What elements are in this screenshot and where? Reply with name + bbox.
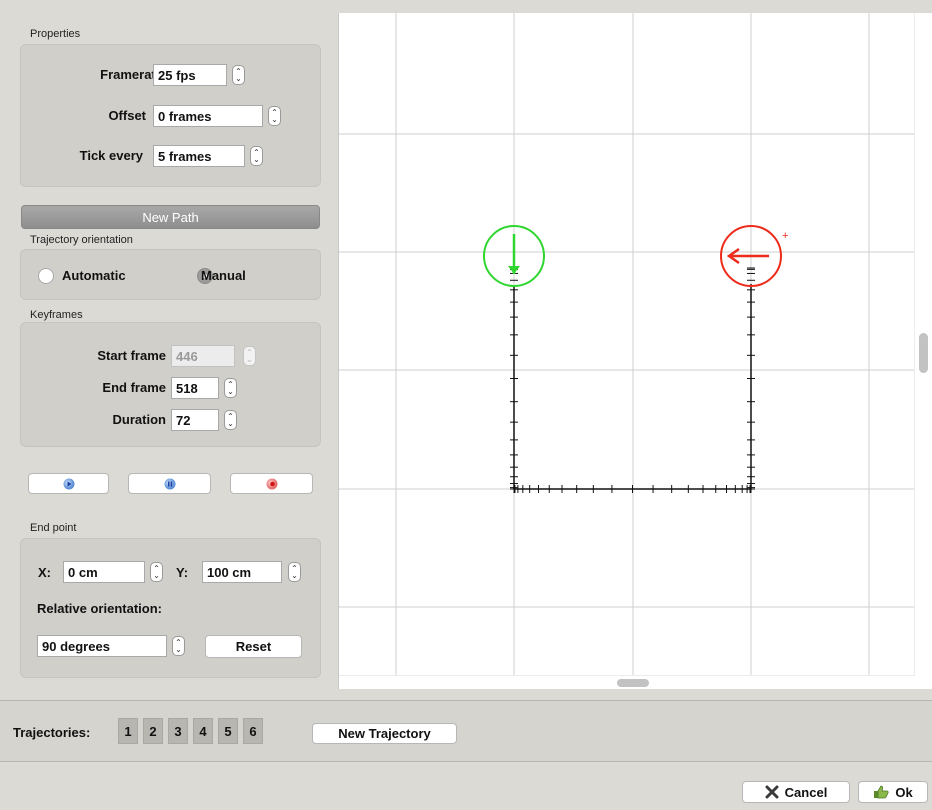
automatic-radio[interactable] <box>38 267 54 284</box>
end-frame-field[interactable]: 518 <box>171 377 219 399</box>
x-label: X: <box>38 565 51 580</box>
record-button[interactable] <box>230 473 313 494</box>
trajectory-plot: + <box>339 13 914 675</box>
offset-stepper[interactable]: ⌃ ⌄ <box>268 106 281 126</box>
duration-label: Duration <box>112 412 166 427</box>
end-frame-label: End frame <box>102 380 166 395</box>
end-point-title: End point <box>30 522 77 534</box>
offset-label: Offset <box>108 108 146 123</box>
duration-stepper[interactable]: ⌃ ⌄ <box>224 410 237 430</box>
y-field[interactable]: 100 cm <box>202 561 282 583</box>
trajectory-tab-3[interactable]: 3 <box>168 718 188 744</box>
ok-thumb-icon <box>874 785 889 799</box>
play-icon <box>63 478 74 489</box>
properties-title: Properties <box>30 28 81 40</box>
trajectories-label: Trajectories: <box>13 725 91 740</box>
offset-field[interactable]: 0 frames <box>153 105 263 127</box>
end-point-group: X: 0 cm ⌃ ⌄ Y: 100 cm ⌃ ⌄ Relative orienta… <box>20 538 321 678</box>
keyframes-group: Start frame 446 ⌃ ⌄ End frame 518 ⌃ ⌄ Dura… <box>20 322 321 447</box>
trajectory-tabs: 1 2 3 4 5 6 <box>118 718 263 744</box>
x-field[interactable]: 0 cm <box>63 561 145 583</box>
canvas-grid <box>339 13 914 675</box>
keyframes-title: Keyframes <box>30 309 83 321</box>
relative-orientation-stepper[interactable]: ⌃ ⌄ <box>172 636 185 656</box>
orientation-group: Automatic Manual <box>20 249 321 300</box>
x-stepper[interactable]: ⌃ ⌄ <box>150 562 163 582</box>
automatic-label: Automatic <box>62 268 126 283</box>
duration-field[interactable]: 72 <box>171 409 219 431</box>
orientation-title: Trajectory orientation <box>30 234 133 246</box>
cancel-button[interactable]: Cancel <box>742 781 850 803</box>
start-frame-stepper[interactable]: ⌃ ⌄ <box>243 346 256 366</box>
horizontal-scrollbar-thumb[interactable] <box>617 679 649 687</box>
relative-orientation-field[interactable]: 90 degrees <box>37 635 167 657</box>
tick-every-label: Tick every <box>79 148 143 163</box>
record-icon <box>266 478 277 489</box>
new-trajectory-button[interactable]: New Trajectory <box>312 723 457 744</box>
pause-icon <box>164 478 175 489</box>
trajectory-tab-1[interactable]: 1 <box>118 718 138 744</box>
cancel-label: Cancel <box>784 784 828 800</box>
trajectory-tab-6[interactable]: 6 <box>243 718 263 744</box>
y-label: Y: <box>176 565 189 580</box>
framerate-stepper[interactable]: ⌃ ⌄ <box>232 65 245 85</box>
properties-group: Framerate 25 fps ⌃ ⌄ Offset 0 frames ⌃ ⌄ T… <box>20 44 321 187</box>
trajectory-canvas[interactable]: + <box>338 13 932 689</box>
trajectory-tab-2[interactable]: 2 <box>143 718 163 744</box>
ok-button[interactable]: Ok <box>858 781 928 803</box>
ok-label: Ok <box>895 784 913 800</box>
svg-text:+: + <box>782 230 788 242</box>
tick-every-field[interactable]: 5 frames <box>153 145 245 167</box>
trajectory-tab-5[interactable]: 5 <box>218 718 238 744</box>
relative-orientation-label: Relative orientation: <box>37 601 162 616</box>
manual-label: Manual <box>201 268 246 283</box>
cancel-x-icon <box>765 785 779 799</box>
pause-button[interactable] <box>128 473 211 494</box>
y-stepper[interactable]: ⌃ ⌄ <box>288 562 301 582</box>
vertical-scrollbar-thumb[interactable] <box>919 333 928 373</box>
new-path-button[interactable]: New Path <box>21 205 320 229</box>
start-frame-label: Start frame <box>97 348 166 363</box>
trajectory-tab-4[interactable]: 4 <box>193 718 213 744</box>
trajectories-bar: Trajectories: 1 2 3 4 5 6 New Trajectory <box>0 700 932 762</box>
tick-every-stepper[interactable]: ⌃ ⌄ <box>250 146 263 166</box>
horizontal-scrollbar[interactable] <box>339 675 915 689</box>
start-frame-field[interactable]: 446 <box>171 345 235 367</box>
reset-button[interactable]: Reset <box>205 635 302 658</box>
end-marker: + <box>720 225 788 287</box>
vertical-scrollbar[interactable] <box>914 13 932 676</box>
play-button[interactable] <box>28 473 109 494</box>
end-frame-stepper[interactable]: ⌃ ⌄ <box>224 378 237 398</box>
framerate-field[interactable]: 25 fps <box>153 64 227 86</box>
